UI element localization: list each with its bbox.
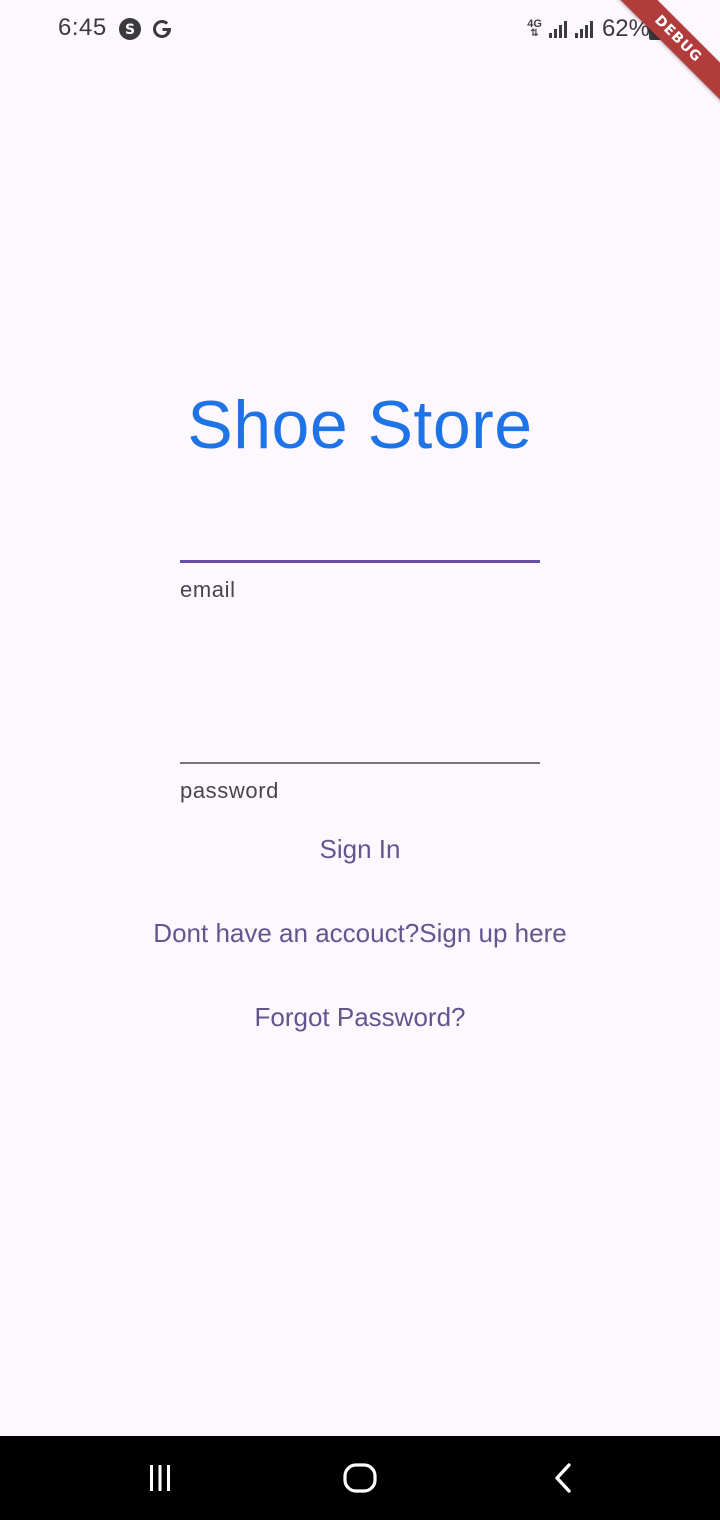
- forgot-password-link[interactable]: Forgot Password?: [0, 1002, 720, 1033]
- sign-up-link[interactable]: Dont have an accouct?Sign up here: [0, 918, 720, 949]
- password-input[interactable]: [180, 722, 540, 762]
- navigation-bar: [0, 1436, 720, 1520]
- status-time: 6:45: [58, 14, 107, 41]
- home-button[interactable]: [340, 1458, 380, 1498]
- status-indicators: 4G ⇅ 62%: [527, 12, 650, 46]
- back-icon: [555, 1463, 571, 1493]
- password-underline: [180, 762, 540, 764]
- email-input[interactable]: [180, 520, 540, 560]
- password-label: password: [180, 778, 279, 803]
- battery-percent: 62%: [601, 15, 650, 42]
- email-underline: [180, 560, 540, 563]
- email-label: email: [180, 577, 236, 602]
- network-type: 4G ⇅: [527, 18, 542, 39]
- skype-icon: S: [119, 18, 141, 40]
- sign-in-button[interactable]: Sign In: [0, 834, 720, 865]
- battery-icon: [649, 18, 662, 40]
- signal-icon: [548, 21, 567, 38]
- home-icon: [343, 1463, 377, 1493]
- signal-icon-2: [574, 21, 593, 38]
- svg-text:S: S: [125, 22, 135, 38]
- recent-apps-icon: [150, 1465, 170, 1491]
- google-icon: [153, 20, 172, 39]
- app-title: Shoe Store: [187, 387, 533, 463]
- password-field-container: password: [180, 722, 540, 804]
- status-bar: 6:45 S 4G ⇅ 62% DEBUG: [0, 0, 720, 105]
- back-button[interactable]: [542, 1458, 582, 1498]
- email-field-container: email: [180, 520, 540, 603]
- recent-apps-button[interactable]: [140, 1458, 180, 1498]
